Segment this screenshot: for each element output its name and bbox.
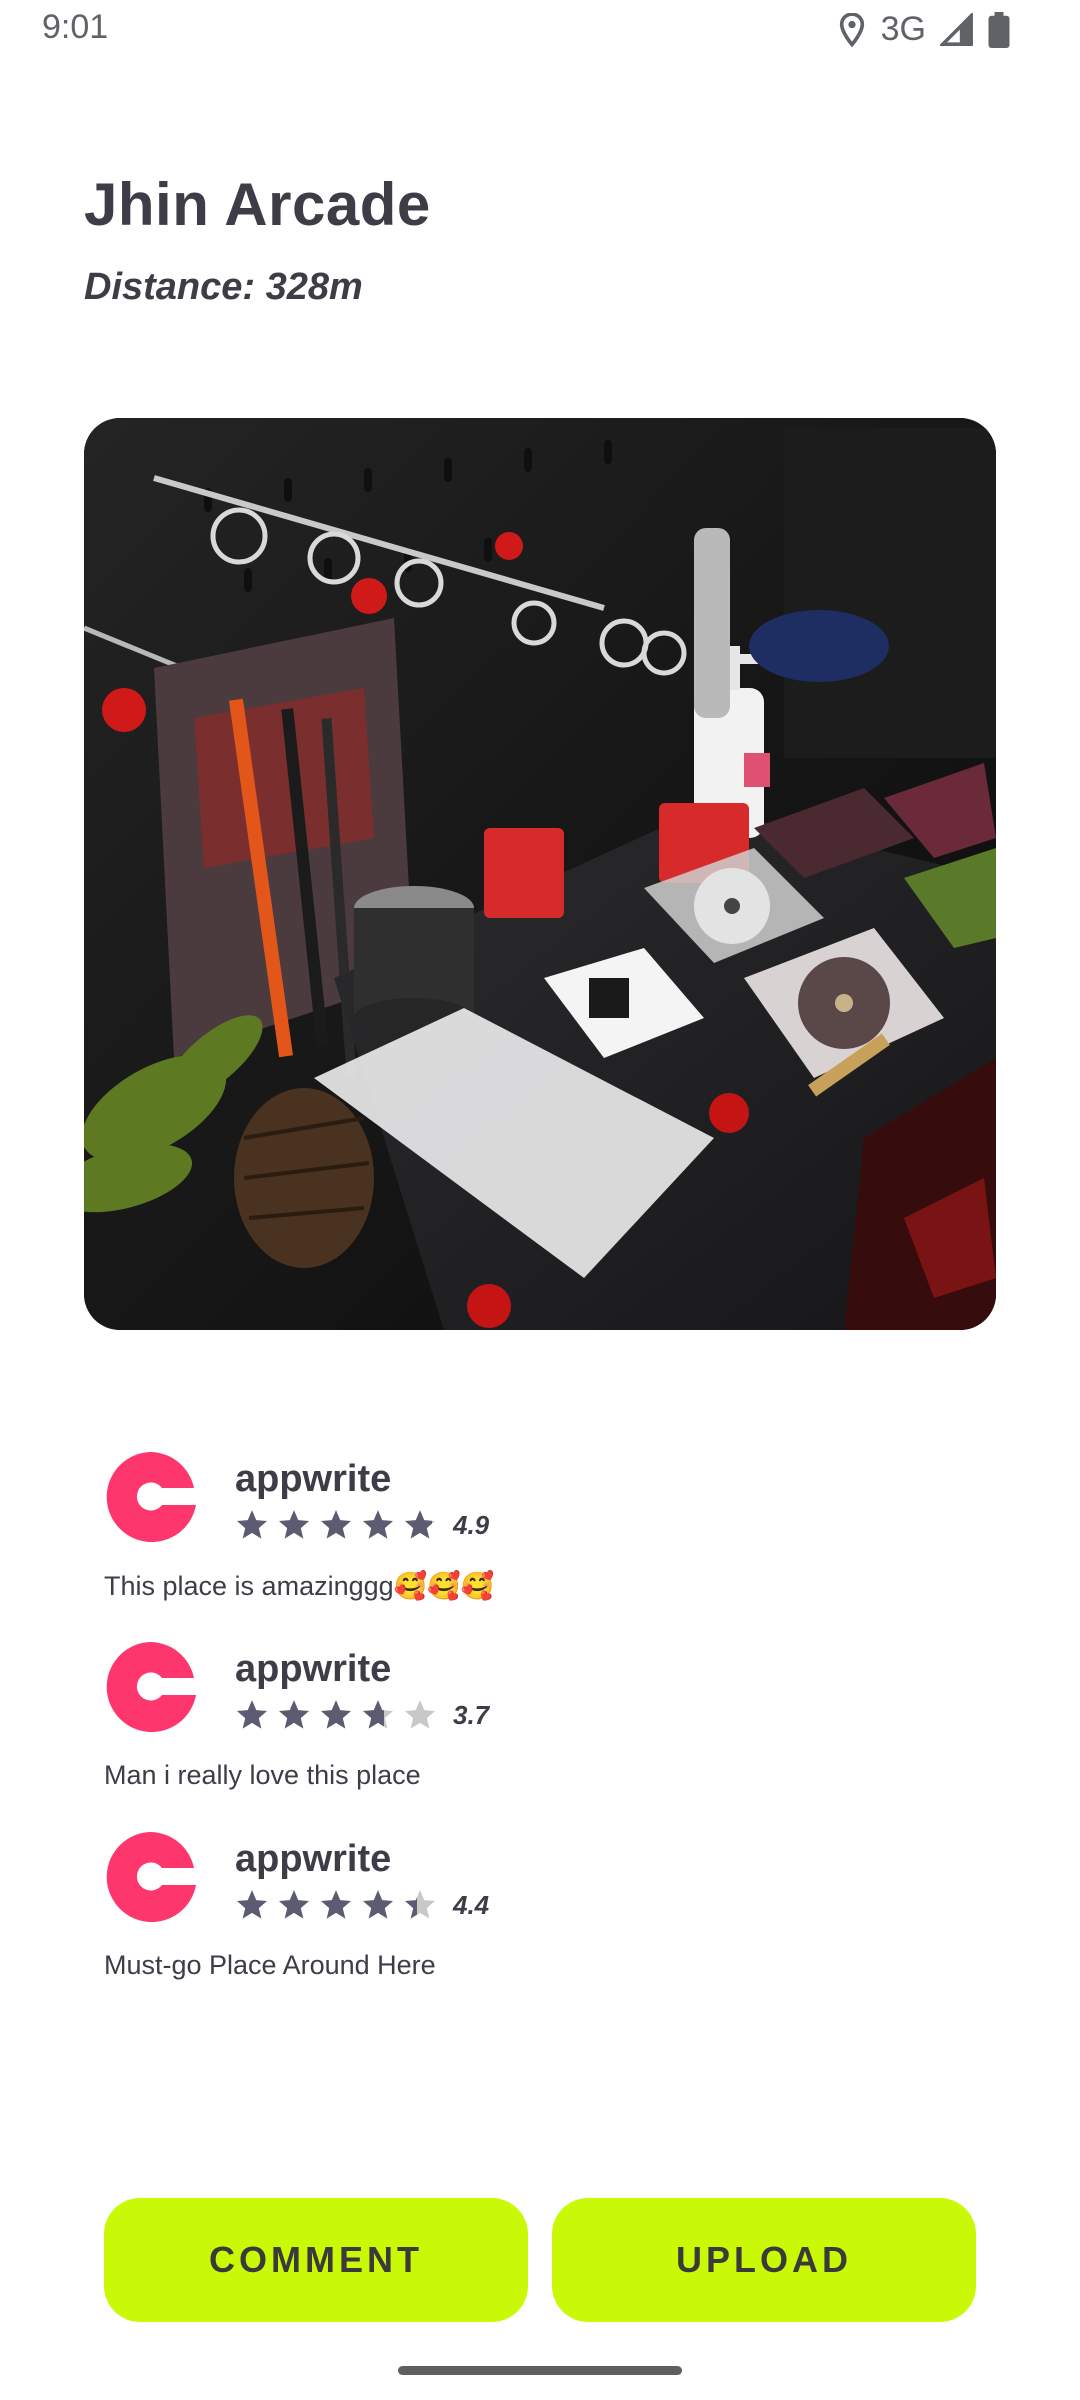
photo-image (84, 418, 996, 1330)
star-rating: 4.4 (235, 1888, 489, 1922)
rating-score: 4.9 (453, 1509, 490, 1540)
distance-label: Distance: 328m (84, 266, 363, 308)
review-text: Man i really love this place (104, 1760, 421, 1790)
star-icon (362, 1890, 394, 1919)
rating-stars (235, 1698, 437, 1732)
signal-icon (940, 12, 974, 47)
home-indicator[interactable] (398, 2366, 682, 2375)
star-icon (278, 1890, 310, 1919)
star-icon (236, 1700, 268, 1729)
status-time: 9:01 (42, 8, 109, 46)
star-icon (320, 1890, 352, 1919)
review-author: appwrite (235, 1838, 392, 1880)
star-rating: 3.7 (235, 1698, 489, 1732)
rating-score: 3.7 (453, 1699, 490, 1730)
star-icon (236, 1890, 268, 1919)
avatar (106, 1832, 196, 1922)
reviews-list: appwrite 4.9 This place is amazinggg🥰🥰🥰 … (104, 1450, 984, 2020)
review-author: appwrite (235, 1458, 392, 1500)
status-bar: 9:01 3G (0, 0, 1080, 62)
star-icon (278, 1700, 310, 1729)
review-item: appwrite 3.7 Man i really love this plac… (104, 1640, 984, 1830)
network-type: 3G (880, 10, 926, 48)
star-icon (236, 1510, 268, 1539)
star-icon (278, 1510, 310, 1539)
comment-button[interactable]: COMMENT (104, 2198, 528, 2322)
place-photo[interactable] (84, 418, 996, 1330)
review-text: This place is amazinggg🥰🥰🥰 (104, 1571, 495, 1601)
status-icons: 3G (837, 10, 1010, 49)
rating-stars (235, 1508, 437, 1542)
star-icon (362, 1510, 394, 1539)
star-icon (404, 1700, 436, 1729)
page-title: Jhin Arcade (84, 171, 431, 238)
review-text: Must-go Place Around Here (104, 1950, 436, 1980)
star-icon (320, 1700, 352, 1729)
rating-stars (235, 1888, 437, 1922)
avatar (106, 1642, 196, 1732)
review-author: appwrite (235, 1648, 392, 1690)
avatar (106, 1452, 196, 1542)
rating-score: 4.4 (453, 1889, 490, 1920)
star-rating: 4.9 (235, 1508, 489, 1542)
star-icon (362, 1700, 394, 1729)
battery-icon (988, 11, 1010, 48)
star-icon (404, 1510, 436, 1539)
location-icon (837, 12, 867, 47)
review-item: appwrite 4.4 Must-go Place Around Here (104, 1830, 984, 2020)
star-icon (320, 1510, 352, 1539)
review-item: appwrite 4.9 This place is amazinggg🥰🥰🥰 (104, 1450, 984, 1640)
upload-button[interactable]: UPLOAD (552, 2198, 976, 2322)
star-icon (404, 1890, 436, 1919)
